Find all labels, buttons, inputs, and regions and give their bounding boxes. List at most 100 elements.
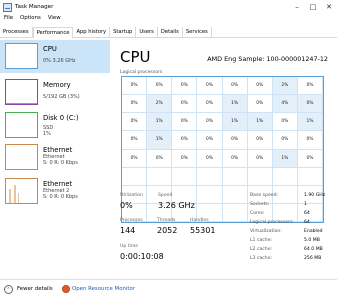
logical-processor-cell (222, 167, 248, 186)
logical-processor-cell: 0% (172, 95, 198, 114)
tab-app-history[interactable]: App history (73, 27, 111, 38)
task-manager-icon (3, 2, 12, 12)
tab-details[interactable]: Details (158, 27, 183, 38)
logical-processor-cell: 0% (197, 113, 223, 132)
page-title: CPU (120, 48, 151, 66)
logical-processor-cell: 0% (122, 77, 148, 96)
logical-processors-label: Logical processors (120, 70, 163, 75)
spec-key: Virtualization: (250, 229, 282, 234)
logical-processor-cell (297, 167, 323, 186)
logical-processor-cell: 0% (172, 113, 198, 132)
tab-processes[interactable]: Processes (0, 27, 33, 38)
tab-services[interactable]: Services (183, 27, 212, 38)
processes-value: 144 (120, 226, 136, 235)
speed-value: 3.26 GHz (158, 201, 195, 210)
ethernet-2-thumbnail (5, 178, 38, 204)
logical-processor-cell: 0% (197, 131, 223, 150)
logical-processor-cell: 0% (122, 131, 148, 150)
utilization-value: 0% (120, 201, 133, 210)
sidebar-item-disk[interactable]: Disk 0 (C:) SSD 1% (0, 109, 110, 142)
threads-label: Threads (157, 218, 176, 223)
logical-processor-cell: 0% (222, 149, 248, 168)
spec-key: L1 cache: (250, 238, 273, 243)
logical-processor-cell: 0% (247, 131, 273, 150)
logical-processor-cell (172, 167, 198, 186)
logical-processor-cell: 1% (272, 149, 298, 168)
menu-bar: File Options View (0, 15, 64, 25)
logical-processor-cell: 0% (172, 77, 198, 96)
sidebar-item-ethernet-2[interactable]: Ethernet Ethernet 2 S: 0 R: 0 Kbps (0, 175, 110, 208)
logical-processor-cell (122, 167, 148, 186)
menu-view[interactable]: View (48, 15, 61, 25)
logical-processor-cell: 0% (297, 149, 323, 168)
sidebar-item-detail: S: 0 R: 0 Kbps (43, 160, 78, 166)
logical-processor-cell: 0% (272, 113, 298, 132)
logical-processor-cell: 2% (272, 77, 298, 96)
logical-processor-cell: 0% (172, 131, 198, 150)
logical-processor-cell: 1% (222, 113, 248, 132)
logical-processor-cell (272, 167, 298, 186)
logical-processor-cell: 0% (297, 131, 323, 150)
ethernet-thumbnail (5, 144, 38, 170)
performance-sidebar: CPU 0% 3.26 GHz Memory 5/192 GB (3%) Dis… (0, 40, 110, 278)
chevron-up-icon[interactable]: ⌃ (4, 285, 13, 294)
uptime-label: Up time (120, 244, 139, 249)
sidebar-item-label: Disk 0 (C:) (43, 114, 79, 122)
spec-key: Base speed: (250, 193, 279, 198)
logical-processor-cell: 0% (122, 95, 148, 114)
handles-label: Handles (190, 218, 209, 223)
tab-performance[interactable]: Performance (32, 27, 74, 39)
logical-processor-cell: 1% (147, 113, 173, 132)
sidebar-item-label: CPU (43, 45, 57, 53)
logical-processor-cell: 0% (272, 131, 298, 150)
close-button[interactable]: ✕ (321, 0, 337, 14)
handles-value: 55301 (190, 226, 216, 235)
memory-thumbnail (5, 79, 38, 105)
cpu-stats: Utilization 0% Speed 3.26 GHz Processes … (120, 193, 335, 270)
spec-key: Sockets: (250, 202, 270, 207)
tab-startup[interactable]: Startup (110, 27, 137, 38)
spec-value: 64 (304, 220, 310, 225)
sidebar-item-memory[interactable]: Memory 5/192 GB (3%) (0, 76, 110, 109)
spec-value: 5.0 MB (304, 238, 320, 243)
logical-processor-cell: 0% (147, 149, 173, 168)
minimize-button[interactable]: – (289, 0, 305, 14)
sidebar-item-cpu[interactable]: CPU 0% 3.26 GHz (0, 40, 110, 73)
speed-label: Speed (158, 193, 173, 198)
maximize-button[interactable]: □ (305, 0, 321, 14)
logical-processor-cell: 0% (247, 95, 273, 114)
tab-bar: Processes Performance App history Startu… (0, 27, 337, 39)
logical-processor-cell: 0% (297, 95, 323, 114)
tab-users[interactable]: Users (136, 27, 158, 38)
cpu-model-name: AMD Eng Sample: 100-000001247-12 (207, 55, 328, 63)
sidebar-item-label: Ethernet (43, 146, 73, 154)
logical-processor-cell: 0% (172, 149, 198, 168)
menu-file[interactable]: File (4, 15, 13, 25)
sidebar-item-detail: 0% 3.26 GHz (43, 58, 76, 64)
footer-bar: ⌃ Fewer details Open Resource Monitor (0, 279, 337, 300)
logical-processor-cell: 1% (297, 113, 323, 132)
sidebar-item-label: Ethernet (43, 180, 73, 188)
spec-value: 64.0 MB (304, 247, 323, 252)
logical-processor-cell (147, 167, 173, 186)
open-resource-monitor-link[interactable]: Open Resource Monitor (72, 286, 135, 292)
spec-value: 1 (304, 202, 307, 207)
spec-key: Logical processors: (250, 220, 294, 225)
menu-options[interactable]: Options (20, 15, 41, 25)
cpu-thumbnail (5, 43, 38, 69)
logical-processor-cell: 0% (122, 149, 148, 168)
sidebar-item-detail: S: 0 R: 0 Kbps (43, 194, 78, 200)
resource-monitor-icon (62, 285, 70, 293)
logical-processor-cell: 0% (247, 149, 273, 168)
logical-processor-cell: 0% (247, 77, 273, 96)
logical-processor-cell: 0% (197, 95, 223, 114)
logical-processor-cell (197, 167, 223, 186)
logical-processor-cell: 0% (297, 77, 323, 96)
sidebar-item-ethernet[interactable]: Ethernet Ethernet S: 0 R: 0 Kbps (0, 141, 110, 174)
threads-value: 2052 (157, 226, 178, 235)
utilization-label: Utilization (120, 193, 144, 198)
fewer-details-link[interactable]: Fewer details (17, 286, 53, 292)
window-title: Task Manager (15, 4, 54, 10)
uptime-value: 0:00:10:08 (120, 252, 164, 261)
logical-processor-cell: 2% (147, 95, 173, 114)
